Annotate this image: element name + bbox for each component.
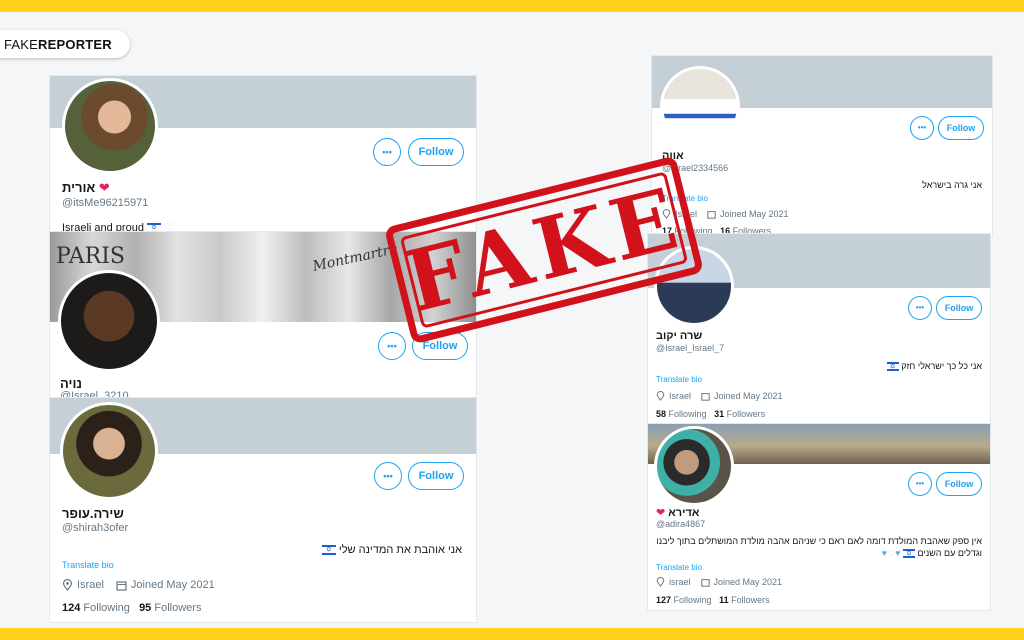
calendar-icon xyxy=(116,580,127,591)
following-count[interactable]: 124 xyxy=(62,602,80,614)
translate-bio-link[interactable]: Translate bio xyxy=(62,560,114,570)
profile-meta: israel Joined May 2021 xyxy=(656,577,782,587)
avatar[interactable] xyxy=(660,66,740,146)
location: israel xyxy=(669,577,691,587)
profile-card-adira: ••• Follow ❤ אדירא @adira4867 אין ספק שא… xyxy=(648,424,990,610)
location: Israel xyxy=(77,579,104,591)
more-options-button[interactable]: ••• xyxy=(373,138,401,166)
handle: @Israel_Israel_7 xyxy=(656,343,725,353)
banner-text-montmartre: Montmartre xyxy=(311,241,400,275)
followers-count[interactable]: 95 xyxy=(139,602,151,614)
handle: @itsMe96215971 xyxy=(62,197,149,209)
white-heart-icon: ♡ xyxy=(887,548,896,558)
following-label[interactable]: Following xyxy=(669,409,707,419)
follow-stats: 127 Following 11 Followers xyxy=(656,595,770,605)
calendar-icon xyxy=(700,578,710,587)
calendar-icon xyxy=(701,392,710,401)
handle: @adira4867 xyxy=(656,519,706,529)
profile-meta: Israel Joined May 2021 xyxy=(656,391,783,401)
avatar[interactable] xyxy=(60,402,158,500)
avatar[interactable] xyxy=(654,426,734,506)
display-name: נויה xyxy=(60,376,82,391)
following-label[interactable]: Following xyxy=(674,595,712,605)
translate-bio-link[interactable]: Translate bio xyxy=(656,375,702,384)
hearts-icon: ❤ xyxy=(656,507,666,519)
follow-button[interactable]: Follow xyxy=(938,116,984,140)
joined-date: Joined May 2021 xyxy=(714,391,783,401)
following-count[interactable]: 127 xyxy=(656,595,671,605)
more-options-button[interactable]: ••• xyxy=(908,296,932,320)
logo-text-fake: FAKE xyxy=(4,36,39,52)
profile-card-orit: ••• Follow אורית ❤ @itsMe96215971 Israel… xyxy=(50,76,476,236)
bio: אני אוהבת את המדינה שלי xyxy=(321,544,462,556)
israel-flag-icon xyxy=(321,545,336,556)
bio-line-2: וגדלים עם השנים ♥♡♥ xyxy=(882,548,982,559)
display-name: שרה יקוב xyxy=(656,330,703,342)
banner-text-paris: PARIS xyxy=(56,244,125,269)
following-count[interactable]: 58 xyxy=(656,409,666,419)
logo-text-reporter: REPORTER xyxy=(38,36,112,52)
bio: אני כל כך ישראלי חזק xyxy=(886,361,982,372)
handle: @Israel_3210 xyxy=(60,390,129,398)
followers-count[interactable]: 11 xyxy=(719,595,729,605)
location-icon xyxy=(656,577,665,587)
bio: אני גרה בישראל xyxy=(922,180,982,190)
handle: @shirah3ofer xyxy=(62,522,129,534)
follow-button[interactable]: Follow xyxy=(408,462,464,490)
display-name: ❤ אדירא xyxy=(656,507,700,519)
bio-line-1: אין ספק שאהבת המולדת דומה לאם ראם כי שני… xyxy=(656,536,982,546)
avatar[interactable] xyxy=(58,270,160,372)
profile-card-shira-ofer: ••• Follow שירה.עופר @shirah3ofer אני או… xyxy=(50,398,476,622)
followers-count[interactable]: 31 xyxy=(714,409,724,419)
follow-button[interactable]: Follow xyxy=(408,138,464,166)
calendar-icon xyxy=(707,210,716,219)
location-icon xyxy=(656,391,665,401)
israel-flag-icon xyxy=(902,549,915,559)
joined-date: Joined May 2021 xyxy=(720,209,789,219)
translate-bio-link[interactable]: Translate bio xyxy=(656,563,702,572)
followers-label[interactable]: Followers xyxy=(727,409,766,419)
top-stripe xyxy=(0,0,1024,12)
avatar[interactable] xyxy=(62,78,158,174)
display-name: אורית ❤ xyxy=(62,180,110,195)
location: Israel xyxy=(669,391,692,401)
lips-icon: ❤ xyxy=(95,180,110,195)
followers-label[interactable]: Followers xyxy=(154,602,201,614)
followers-label[interactable]: Followers xyxy=(731,595,770,605)
blue-heart-icon: ♥ xyxy=(895,548,901,558)
location-icon xyxy=(62,579,73,591)
profile-meta: Israel Joined May 2021 xyxy=(62,579,215,591)
more-options-button[interactable]: ••• xyxy=(910,116,934,140)
more-options-button[interactable]: ••• xyxy=(908,472,932,496)
joined-date: Joined May 2021 xyxy=(713,577,783,587)
israel-flag-icon xyxy=(886,362,899,372)
follow-stats: 124 Following 95 Followers xyxy=(62,602,201,614)
follow-button[interactable]: Follow xyxy=(936,296,982,320)
joined-date: Joined May 2021 xyxy=(130,579,215,591)
follow-button[interactable]: Follow xyxy=(936,472,982,496)
more-options-button[interactable]: ••• xyxy=(374,462,402,490)
fakereporter-logo: FAKE REPORTER xyxy=(0,30,130,58)
more-options-button[interactable]: ••• xyxy=(378,332,406,360)
display-name: שירה.עופר xyxy=(62,506,124,521)
bottom-stripe xyxy=(0,628,1024,640)
following-label[interactable]: Following xyxy=(83,602,129,614)
profile-card-ava: ••• Follow אווה @Israel2334566 אני גרה ב… xyxy=(652,56,992,236)
follow-stats: 58 Following 31 Followers xyxy=(656,409,765,419)
